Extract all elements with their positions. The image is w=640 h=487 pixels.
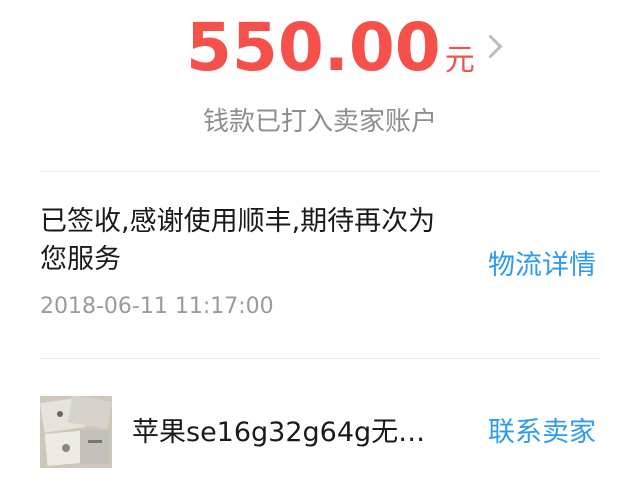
product-name[interactable]: 苹果se16g32g64g无…: [132, 414, 432, 452]
logistics-timestamp: 2018-06-11 11:17:00: [40, 294, 274, 319]
product-thumbnail[interactable]: [40, 396, 112, 468]
chevron-right-icon[interactable]: [478, 34, 503, 59]
contact-seller-link[interactable]: 联系卖家: [488, 414, 596, 452]
payment-status: 钱款已打入卖家账户: [202, 107, 437, 137]
logistics-details-link[interactable]: 物流详情: [488, 247, 596, 285]
amount-value: 550.00: [186, 9, 441, 86]
product-image-icon: [40, 396, 112, 468]
divider: [40, 171, 600, 172]
amount-row[interactable]: 550.00 元: [0, 8, 640, 92]
payment-amount: 550.00 元: [186, 8, 475, 101]
divider: [40, 358, 600, 359]
currency-unit: 元: [444, 43, 475, 78]
logistics-message: 已签收,感谢使用顺丰,期待再次为您服务: [40, 206, 436, 275]
